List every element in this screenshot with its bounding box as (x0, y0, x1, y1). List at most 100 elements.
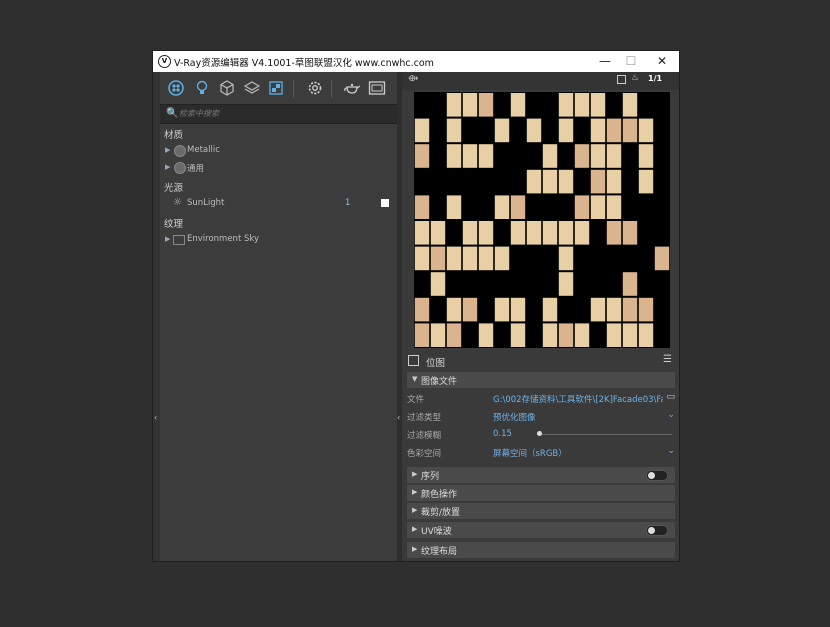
uv-noise-toggle[interactable] (646, 525, 668, 536)
toolbar-separator (293, 80, 294, 98)
facade-tile (430, 323, 446, 347)
chevron-down-icon[interactable]: ⌄ (667, 446, 675, 456)
section-color-ops[interactable]: ▶ 颜色操作 (407, 485, 675, 501)
facade-tile (526, 169, 542, 194)
facade-tile (414, 323, 430, 347)
folder-icon[interactable]: ▭ (666, 392, 675, 402)
window-title: V-Ray资源编辑器 V4.1001-草图联盟汉化 www.cnwhc.com (174, 58, 434, 69)
facade-tile (558, 93, 574, 117)
teapot-render-icon[interactable] (343, 79, 361, 97)
slider-knob[interactable] (537, 431, 542, 436)
color-space-select[interactable]: 屏幕空间（sRGB） (493, 447, 663, 459)
all-assets-icon[interactable] (167, 79, 185, 97)
facade-tile (430, 272, 446, 296)
collapse-right-icon[interactable]: ‹ (397, 413, 400, 422)
asset-search-input[interactable]: 🔍 检索中搜索 (160, 104, 397, 124)
asset-panel: ‹ 🔍 检索中搜索 材质 ▶ Metallic ▶ 通用 光源 ☼ SunLig… (153, 72, 397, 561)
filter-blur-slider[interactable] (537, 434, 672, 435)
facade-tile (478, 93, 494, 117)
category-textures[interactable]: 纹理 (164, 216, 183, 230)
facade-tile (446, 118, 462, 143)
color-space-label: 色彩空间 (407, 449, 442, 459)
bitmap-icon (408, 355, 419, 366)
sequence-toggle[interactable] (646, 470, 668, 481)
light-enabled-checkbox[interactable] (381, 199, 389, 207)
facade-tile (606, 297, 622, 322)
facade-tile (414, 221, 430, 245)
settings-icon[interactable] (306, 79, 324, 97)
textures-icon[interactable] (267, 79, 285, 97)
preview-options-icon[interactable]: ⟴ (408, 74, 418, 84)
facade-tile (510, 93, 526, 117)
expand-arrow-icon: ▶ (412, 506, 418, 514)
preview-teapot-icon[interactable]: ♨ (631, 73, 639, 83)
file-path-field[interactable]: G:\002存储资料\工具软件\[2K]Facade03\Fac... (493, 393, 663, 405)
facade-tile (414, 195, 430, 219)
chevron-down-icon[interactable]: ⌄ (667, 410, 675, 420)
expand-arrow-icon[interactable]: ▶ (165, 163, 170, 171)
filter-type-label: 过滤类型 (407, 413, 442, 423)
facade-tile (414, 297, 430, 322)
facade-tile (606, 144, 622, 168)
minimize-button[interactable]: — (595, 53, 615, 69)
material-sphere-icon (174, 162, 186, 174)
facade-tile (622, 221, 638, 245)
toolbar-separator (331, 80, 332, 98)
facade-tile (414, 144, 430, 168)
title-bar[interactable]: V V-Ray资源编辑器 V4.1001-草图联盟汉化 www.cnwhc.co… (153, 51, 679, 72)
tree-item-sunlight[interactable]: ☼ SunLight 1 (160, 197, 397, 213)
facade-tile (526, 118, 542, 143)
facade-tile (462, 297, 478, 322)
facade-tile (510, 297, 526, 322)
facade-tile (542, 323, 558, 347)
facade-tile (494, 246, 510, 271)
lights-icon[interactable] (193, 79, 211, 97)
category-materials[interactable]: 材质 (164, 127, 183, 141)
close-button[interactable]: ✕ (652, 53, 672, 69)
render-window-icon[interactable] (368, 79, 386, 97)
filter-type-select[interactable]: 预优化图像 (493, 411, 663, 423)
search-icon: 🔍 (166, 108, 179, 119)
facade-tile (622, 272, 638, 296)
tree-item-metallic[interactable]: ▶ Metallic (160, 144, 397, 160)
category-lights[interactable]: 光源 (164, 180, 183, 194)
tree-item-generic[interactable]: ▶ 通用 (160, 161, 397, 177)
geometry-icon[interactable] (218, 79, 236, 97)
section-crop-place[interactable]: ▶ 裁剪/放置 (407, 503, 675, 519)
filter-blur-value[interactable]: 0.15 (493, 429, 533, 439)
facade-tile (606, 195, 622, 219)
collapse-left-icon[interactable]: ‹ (154, 413, 157, 422)
tree-item-environment-sky[interactable]: ▶ Environment Sky (160, 233, 397, 249)
facade-tile (462, 246, 478, 271)
section-image-file[interactable]: ▼ 图像文件 (407, 372, 675, 388)
layers-icon[interactable] (243, 79, 261, 97)
facade-tile (574, 93, 590, 117)
facade-tile (446, 297, 462, 322)
material-sphere-icon (174, 145, 186, 157)
facade-tile (414, 118, 430, 143)
expand-arrow-icon[interactable]: ▶ (165, 146, 170, 154)
preview-object-icon[interactable] (617, 75, 626, 84)
tree-item-label: 通用 (187, 164, 205, 174)
facade-tile (654, 246, 670, 271)
section-texture-layout[interactable]: ▶ 纹理布局 (407, 542, 675, 558)
facade-tile (494, 297, 510, 322)
facade-tile (590, 118, 606, 143)
facade-tile (446, 195, 462, 219)
section-uv-noise[interactable]: ▶ UV噪波 (407, 522, 675, 538)
facade-tile (638, 323, 654, 347)
section-sequence[interactable]: ▶ 序列 (407, 467, 675, 483)
left-gutter (153, 72, 160, 561)
material-preview (414, 92, 670, 348)
maximize-button[interactable]: ☐ (621, 53, 641, 69)
preview-toolbar: ⟴ ♨ 1/1 (402, 72, 679, 90)
expand-arrow-icon[interactable]: ▶ (165, 235, 170, 243)
facade-tile (478, 221, 494, 245)
vray-logo-icon: V (158, 55, 171, 68)
texture-icon (173, 235, 185, 245)
facade-tile (478, 246, 494, 271)
facade-tile (590, 195, 606, 219)
expand-arrow-icon: ▶ (412, 470, 418, 478)
properties-menu-icon[interactable]: ☰ (663, 354, 672, 365)
facade-tile (494, 118, 510, 143)
